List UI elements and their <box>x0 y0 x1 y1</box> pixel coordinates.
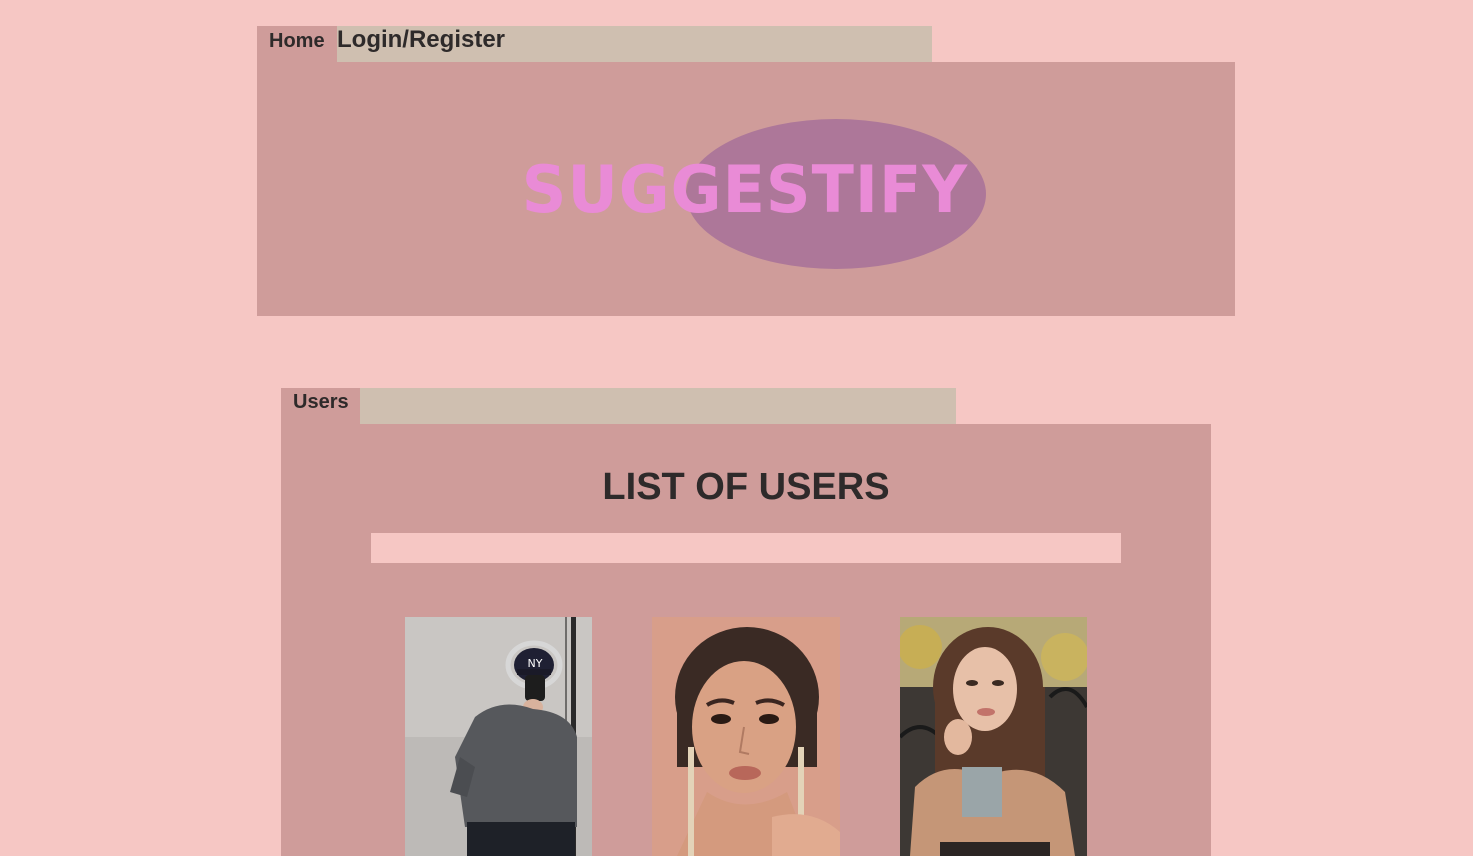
site-logo-text[interactable]: SUGGESTIFY <box>500 148 990 232</box>
user-photo-man-cap: NY <box>405 617 592 856</box>
user-card[interactable]: NY <box>405 617 592 856</box>
svg-text:NY: NY <box>528 657 543 670</box>
nav-login-register-link[interactable]: Login/Register <box>337 26 932 62</box>
user-card[interactable] <box>900 617 1087 856</box>
user-photo-woman-portrait <box>652 617 840 856</box>
users-list-title: LIST OF USERS <box>602 466 890 508</box>
tab-users[interactable]: Users <box>281 388 360 424</box>
user-photo-woman-long-hair <box>900 617 1087 856</box>
tab-bar-filler <box>360 388 956 424</box>
user-card[interactable] <box>652 617 840 856</box>
user-search-input[interactable] <box>371 533 1121 563</box>
nav-home-link[interactable]: Home <box>257 26 337 62</box>
